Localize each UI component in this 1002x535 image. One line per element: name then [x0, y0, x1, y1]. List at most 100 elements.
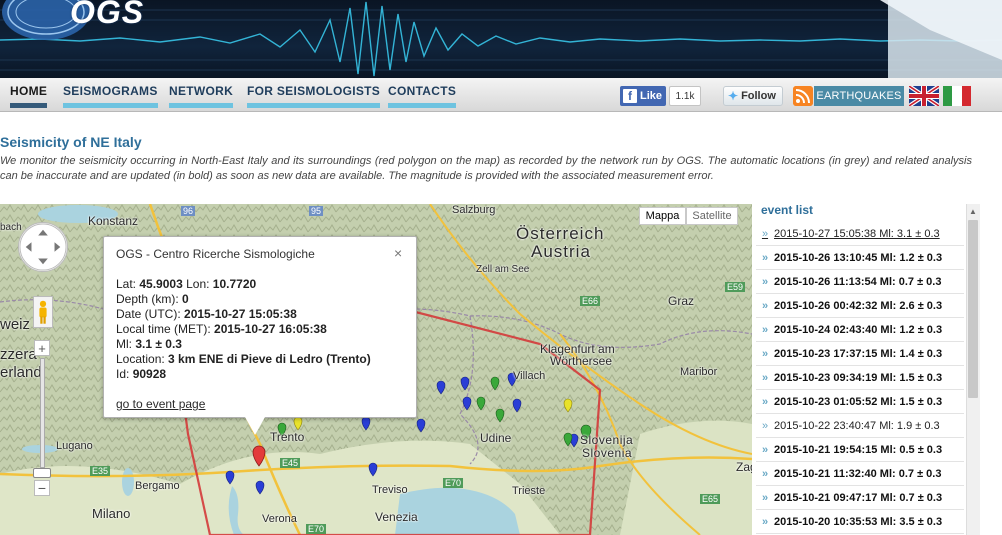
zoom-out-button[interactable]: − [34, 480, 50, 496]
header-banner: OGS [0, 0, 1002, 78]
map-label-maribor: Maribor [680, 366, 718, 378]
marker-yellow[interactable] [293, 416, 303, 431]
zoom-slider-thumb[interactable] [33, 468, 51, 478]
info-date-utc: Date (UTC): 2015-10-27 15:05:38 [116, 307, 297, 321]
road-shield-e35: E35 [90, 466, 111, 476]
marker-blue[interactable] [512, 398, 522, 413]
marker-blue[interactable] [361, 416, 371, 431]
close-icon[interactable]: × [394, 245, 402, 261]
marker-green[interactable] [490, 376, 500, 391]
nav-contacts[interactable]: CONTACTS [388, 84, 457, 108]
marker-yellow[interactable] [563, 398, 573, 413]
earthquakes-feed-button[interactable]: EARTHQUAKES [814, 86, 904, 106]
marker-green[interactable] [495, 408, 505, 423]
nav-home[interactable]: HOME [10, 84, 48, 108]
event-list-item-text: 2015-10-27 15:05:38 Ml: 3.1 ± 0.3 [774, 227, 940, 240]
event-list-item-text: 2015-10-26 13:10:45 Ml: 1.2 ± 0.3 [774, 251, 943, 264]
event-list-item[interactable]: » 2015-10-23 09:34:19 Ml: 1.5 ± 0.3 [756, 366, 964, 390]
nav-network[interactable]: NETWORK [169, 84, 234, 108]
go-to-event-page-link[interactable]: go to event page [116, 397, 205, 411]
nav-for-seismologists[interactable]: FOR SEISMOLOGISTS [247, 84, 381, 108]
event-list-item[interactable]: » 2015-10-20 10:35:53 Ml: 3.5 ± 0.3 [756, 510, 964, 534]
map-label-swiss-partial: bach [0, 222, 22, 233]
map-label-verona: Verona [262, 513, 297, 525]
event-list-item[interactable]: » 2015-10-24 02:43:40 Ml: 1.2 ± 0.3 [756, 318, 964, 342]
map-label-switzerland-2: zzera [0, 346, 37, 363]
scrollbar-thumb[interactable] [968, 220, 978, 398]
nav-seismograms[interactable]: SEISMOGRAMS [63, 84, 158, 108]
info-lat-lon: Lat: 45.9003 Lon: 10.7720 [116, 277, 257, 291]
event-list-item[interactable]: » 2015-10-26 00:42:32 Ml: 2.6 ± 0.3 [756, 294, 964, 318]
event-list-item-text: 2015-10-26 00:42:32 Ml: 2.6 ± 0.3 [774, 299, 943, 312]
info-id: Id: 90928 [116, 367, 167, 381]
event-list-item-text: 2015-10-24 02:43:40 Ml: 1.2 ± 0.3 [774, 323, 943, 336]
marker-blue[interactable] [460, 376, 470, 391]
page-title: Seismicity of NE Italy [0, 134, 142, 150]
uk-flag-icon[interactable] [909, 86, 939, 106]
zoom-in-button[interactable]: + [34, 340, 50, 356]
event-list-item[interactable]: » 2015-10-22 23:40:47 Ml: 1.9 ± 0.3 [756, 414, 964, 438]
marker-green[interactable] [563, 432, 573, 447]
event-list-item[interactable]: » 2015-10-21 11:32:40 Ml: 0.7 ± 0.3 [756, 462, 964, 486]
street-view-pegman-icon[interactable] [33, 296, 53, 328]
map-type-satellite-button[interactable]: Satellite [686, 207, 738, 225]
double-chevron-icon: » [761, 299, 769, 312]
marker-blue[interactable] [436, 380, 446, 395]
road-shield-e66: E66 [580, 296, 601, 306]
event-list-item-text: 2015-10-21 11:32:40 Ml: 0.7 ± 0.3 [774, 467, 942, 480]
event-list-item-text: 2015-10-21 19:54:15 Ml: 0.5 ± 0.3 [774, 443, 943, 456]
double-chevron-icon: » [761, 467, 769, 480]
zoom-slider-track[interactable] [40, 358, 45, 468]
intro-text: We monitor the seismicity occurring in N… [0, 155, 972, 182]
map-label-venezia: Venezia [375, 510, 418, 524]
map-label-osterreich: Österreich [516, 224, 605, 243]
logo-text[interactable]: OGS [70, 0, 144, 31]
twitter-follow-label: Follow [741, 90, 776, 102]
info-window-pointer [245, 417, 265, 435]
event-list-item[interactable]: » 2015-10-23 17:37:15 Ml: 1.4 ± 0.3 [756, 342, 964, 366]
map-label-zell: Zell am See [476, 264, 530, 275]
map-label-slovenija: Slovenija [580, 433, 634, 447]
marker-green[interactable] [476, 396, 486, 411]
event-list-item-text: 2015-10-23 17:37:15 Ml: 1.4 ± 0.3 [774, 347, 943, 360]
road-shield-e65: E65 [700, 494, 721, 504]
map-pan-control[interactable] [18, 222, 68, 272]
map-label-salzburg: Salzburg [452, 204, 496, 216]
double-chevron-icon: » [761, 371, 769, 384]
event-list-item[interactable]: » 2015-10-21 09:47:17 Ml: 0.7 ± 0.3 [756, 486, 964, 510]
twitter-follow-button[interactable]: ✦ Follow [723, 86, 783, 106]
event-list-item[interactable]: » 2015-10-21 19:54:15 Ml: 0.5 ± 0.3 [756, 438, 964, 462]
scroll-up-arrow-icon[interactable]: ▲ [966, 204, 980, 218]
double-chevron-icon: » [761, 275, 769, 288]
road-shield-e45: E45 [280, 458, 301, 468]
facebook-like-count: 1.1k [669, 86, 701, 106]
map-label-trento: Trento [270, 430, 305, 444]
facebook-like-label: Like [640, 90, 663, 102]
event-list-item[interactable]: » 2015-10-23 01:05:52 Ml: 1.5 ± 0.3 [756, 390, 964, 414]
event-list-item[interactable]: » 2015-10-26 11:13:54 Ml: 0.7 ± 0.3 [756, 270, 964, 294]
twitter-bird-icon: ✦ [728, 89, 739, 103]
double-chevron-icon: » [761, 491, 769, 504]
double-chevron-icon: » [761, 347, 769, 360]
double-chevron-icon: » [761, 227, 769, 240]
event-list-item-text: 2015-10-20 10:35:53 Ml: 3.5 ± 0.3 [774, 515, 943, 528]
marker-blue[interactable] [416, 418, 426, 433]
event-list-item[interactable]: » 2015-10-26 13:10:45 Ml: 1.2 ± 0.3 [756, 246, 964, 270]
rss-icon[interactable] [793, 86, 813, 106]
facebook-like-button[interactable]: f Like [620, 86, 666, 106]
marker-blue[interactable] [255, 480, 265, 495]
marker-selected[interactable] [252, 445, 266, 467]
info-location: Location: 3 km ENE di Pieve di Ledro (Tr… [116, 352, 371, 366]
event-list-item[interactable]: » 2015-10-27 15:05:38 Ml: 3.1 ± 0.3 [756, 222, 964, 246]
map-label-konstanz: Konstanz [88, 214, 139, 228]
italy-flag-icon[interactable] [943, 86, 971, 106]
double-chevron-icon: » [761, 443, 769, 456]
map-type-map-button[interactable]: Mappa [639, 207, 686, 225]
marker-blue[interactable] [225, 470, 235, 485]
event-list-item-text: 2015-10-26 11:13:54 Ml: 0.7 ± 0.3 [774, 275, 942, 288]
map-label-udine: Udine [480, 431, 512, 445]
road-shield-e59: E59 [725, 282, 746, 292]
road-shield-96: 96 [181, 206, 196, 216]
marker-blue[interactable] [368, 462, 378, 477]
marker-blue[interactable] [462, 396, 472, 411]
